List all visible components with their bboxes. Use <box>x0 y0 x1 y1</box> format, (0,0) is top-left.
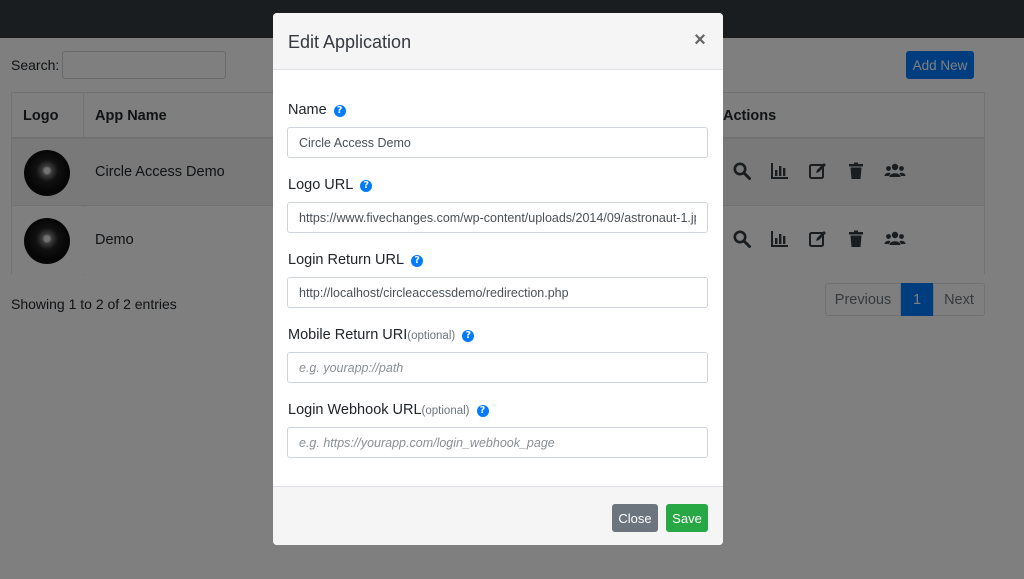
modal-footer: Close Save <box>273 486 723 545</box>
name-label-text: Name <box>288 102 327 118</box>
login-webhook-url-field[interactable] <box>287 427 708 458</box>
logo-url-label-text: Logo URL <box>288 177 354 193</box>
login-return-url-label: Login Return URL? <box>288 252 424 268</box>
help-icon[interactable]: ? <box>360 180 373 192</box>
optional-hint: (optional) <box>421 405 470 417</box>
edit-application-modal: Edit Application × Name? Logo URL? Login… <box>273 13 723 545</box>
login-webhook-url-label: Login Webhook URL(optional)? <box>288 402 489 418</box>
name-label: Name? <box>288 102 346 118</box>
mobile-return-uri-label-text: Mobile Return URI <box>288 327 408 343</box>
save-button[interactable]: Save <box>666 504 708 532</box>
login-return-url-label-text: Login Return URL <box>288 252 405 268</box>
login-webhook-url-label-text: Login Webhook URL <box>288 402 422 418</box>
close-icon[interactable]: × <box>691 30 709 50</box>
close-button[interactable]: Close <box>612 504 658 532</box>
modal-title: Edit Application <box>288 32 412 52</box>
login-return-url-field[interactable] <box>287 277 708 308</box>
logo-url-label: Logo URL? <box>288 177 373 193</box>
optional-hint: (optional) <box>407 330 456 342</box>
help-icon[interactable]: ? <box>476 405 489 417</box>
mobile-return-uri-field[interactable] <box>287 352 708 383</box>
name-field[interactable] <box>287 127 708 158</box>
help-icon[interactable]: ? <box>411 255 424 267</box>
modal-header: Edit Application × <box>273 13 723 70</box>
mobile-return-uri-label: Mobile Return URI(optional)? <box>288 327 475 343</box>
help-icon[interactable]: ? <box>462 330 475 342</box>
logo-url-field[interactable] <box>287 202 708 233</box>
help-icon[interactable]: ? <box>333 105 346 117</box>
